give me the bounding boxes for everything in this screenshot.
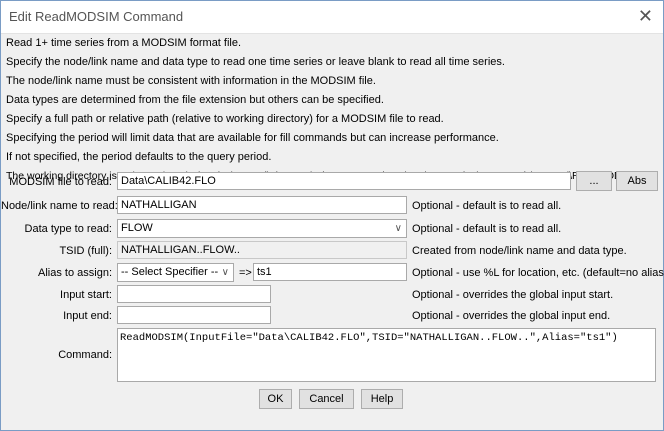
input-end-input[interactable]	[117, 306, 271, 324]
dialog-window: Edit ReadMODSIM Command ✕ Read 1+ time s…	[0, 0, 664, 431]
datatype-select[interactable]: FLOW ∨	[117, 219, 407, 238]
command-label: Command:	[58, 349, 112, 361]
description-line: Specify the node/link name and data type…	[6, 56, 505, 68]
tsid-note: Created from node/link name and data typ…	[412, 245, 627, 257]
chevron-down-icon: ∨	[221, 267, 229, 278]
alias-arrow: =>	[239, 267, 252, 279]
command-textarea[interactable]: ReadMODSIM(InputFile="Data\CALIB42.FLO",…	[117, 328, 656, 382]
description-line: Data types are determined from the file …	[6, 94, 384, 106]
alias-label: Alias to assign:	[38, 267, 112, 279]
window-title: Edit ReadMODSIM Command	[9, 9, 184, 24]
alias-specifier-select[interactable]: -- Select Specifier -- ∨	[117, 263, 234, 282]
alias-note: Optional - use %L for location, etc. (de…	[412, 267, 664, 279]
input-end-label: Input end:	[63, 310, 112, 322]
help-button[interactable]: Help	[361, 389, 403, 409]
cancel-button[interactable]: Cancel	[299, 389, 354, 409]
tsid-field: NATHALLIGAN..FLOW..	[117, 241, 407, 259]
node-note: Optional - default is to read all.	[412, 200, 562, 212]
tsid-label: TSID (full):	[59, 245, 112, 257]
browse-button[interactable]: ...	[576, 171, 612, 191]
input-start-note: Optional - overrides the global input st…	[412, 289, 614, 301]
file-label: MODSIM file to read:	[9, 176, 112, 188]
datatype-value: FLOW	[121, 222, 153, 234]
title-bar: Edit ReadMODSIM Command ✕	[1, 1, 663, 34]
abs-path-button[interactable]: Abs	[616, 171, 658, 191]
alias-specifier-value: -- Select Specifier --	[121, 266, 219, 278]
description-line: The node/link name must be consistent wi…	[6, 75, 376, 87]
description-line: Read 1+ time series from a MODSIM format…	[6, 37, 242, 49]
node-input[interactable]: NATHALLIGAN	[117, 196, 407, 214]
description-line: If not specified, the period defaults to…	[6, 151, 272, 163]
datatype-label: Data type to read:	[24, 223, 112, 235]
input-start-label: Input start:	[60, 289, 112, 301]
description-line: Specify a full path or relative path (re…	[6, 113, 444, 125]
datatype-note: Optional - default is to read all.	[412, 223, 562, 235]
file-input[interactable]: Data\CALIB42.FLO	[117, 172, 571, 190]
close-icon[interactable]: ✕	[638, 7, 653, 25]
description-line: Specifying the period will limit data th…	[6, 132, 499, 144]
input-start-input[interactable]	[117, 285, 271, 303]
ok-button[interactable]: OK	[259, 389, 292, 409]
input-end-note: Optional - overrides the global input en…	[412, 310, 611, 322]
chevron-down-icon: ∨	[394, 223, 402, 234]
alias-input[interactable]: ts1	[253, 263, 407, 281]
node-label: Node/link name to read:	[1, 200, 118, 212]
